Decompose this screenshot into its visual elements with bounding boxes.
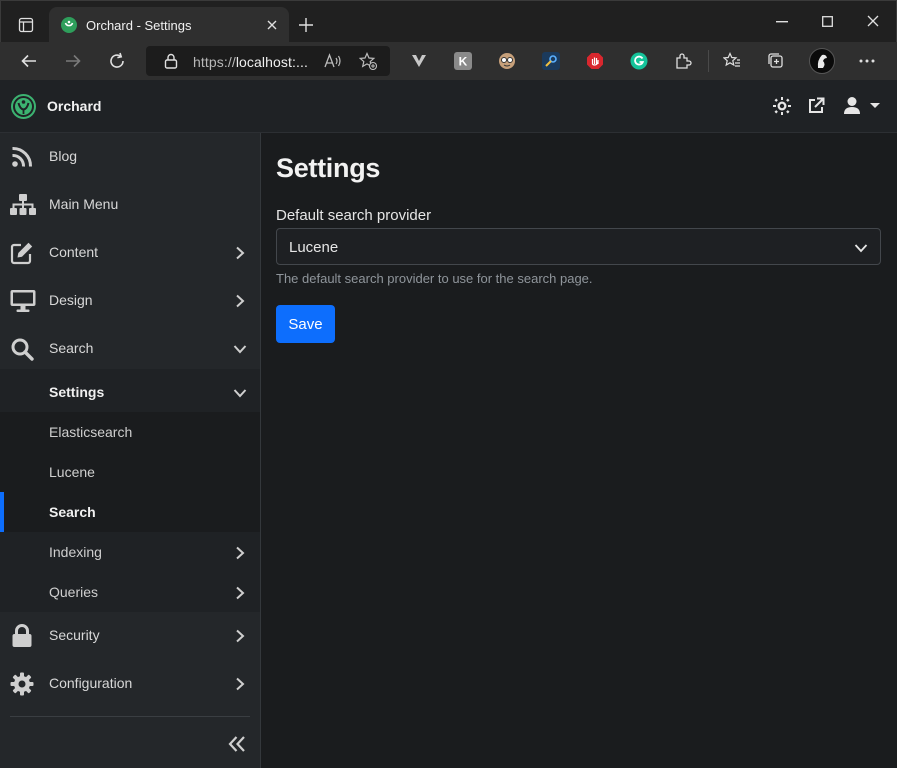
sidebar-item-label: Main Menu <box>49 196 119 212</box>
sidebar-item-label: Elasticsearch <box>49 424 133 440</box>
key-extension-icon[interactable] <box>542 52 560 70</box>
new-tab-icon[interactable] <box>298 17 314 33</box>
default-search-provider-select[interactable]: Lucene <box>276 228 881 265</box>
refresh-icon[interactable] <box>108 52 126 70</box>
rss-icon <box>10 145 34 169</box>
add-favorite-icon[interactable] <box>359 52 377 70</box>
active-indicator <box>0 492 4 532</box>
sidebar-item-indexing[interactable]: Indexing <box>0 532 260 572</box>
sidebar-item-label: Content <box>49 244 99 260</box>
tab-actions-icon[interactable] <box>18 17 34 33</box>
face-extension-icon[interactable] <box>498 52 516 70</box>
browser-tab-bar: Orchard - Settings <box>0 0 897 43</box>
orchard-logo-icon[interactable] <box>11 94 36 119</box>
sitemap-icon <box>10 193 36 217</box>
external-link-icon[interactable] <box>807 97 825 115</box>
read-aloud-icon[interactable] <box>324 53 342 69</box>
chevron-right-icon <box>233 294 247 308</box>
brand-name[interactable]: Orchard <box>47 98 101 114</box>
selected-provider: Lucene <box>289 239 339 256</box>
sidebar-item-main-menu[interactable]: Main Menu <box>0 181 260 229</box>
admin-sidebar: Blog Main Menu Content Design Search Set… <box>0 133 261 768</box>
sidebar-item-label: Settings <box>49 384 105 400</box>
edit-icon <box>10 241 34 265</box>
sidebar-item-configuration[interactable]: Configuration <box>0 660 260 708</box>
toolbar-divider <box>708 50 709 72</box>
sidebar-item-elasticsearch[interactable]: Elasticsearch <box>0 412 260 452</box>
tab-title: Orchard - Settings <box>86 18 192 33</box>
sidebar-item-label: Indexing <box>49 544 102 560</box>
collections-icon[interactable] <box>767 52 785 70</box>
sidebar-item-label: Configuration <box>49 675 133 691</box>
chevron-right-icon <box>233 246 247 260</box>
extensions-puzzle-icon[interactable] <box>674 52 692 70</box>
sidebar-divider <box>10 716 250 717</box>
grammarly-extension-icon[interactable] <box>630 52 648 70</box>
save-button[interactable]: Save <box>276 305 335 343</box>
collapse-sidebar-icon[interactable] <box>228 735 246 753</box>
forward-icon[interactable] <box>64 52 82 70</box>
lock-icon <box>10 624 34 648</box>
tab-favicon-icon <box>61 17 77 33</box>
lock-icon[interactable] <box>164 53 178 69</box>
page-title: Settings <box>276 153 381 183</box>
search-submenu: Settings Elasticsearch Lucene Search Ind… <box>0 369 260 612</box>
k-extension-icon[interactable]: K <box>454 52 472 70</box>
sidebar-item-security[interactable]: Security <box>0 612 260 660</box>
sidebar-item-label: Blog <box>49 148 78 164</box>
maximize-icon[interactable] <box>822 16 833 27</box>
gear-icon <box>10 672 34 696</box>
default-search-provider-label: Default search provider <box>276 207 432 224</box>
main-content: Settings Default search provider Lucene … <box>261 133 897 768</box>
address-bar[interactable]: https://localhost:... <box>146 46 390 76</box>
minimize-icon[interactable] <box>776 21 788 23</box>
chevron-right-icon <box>233 546 247 560</box>
chevron-right-icon <box>233 629 247 643</box>
chevron-down-icon <box>854 241 868 255</box>
field-hint: The default search provider to use for t… <box>276 271 593 286</box>
theme-toggle-icon[interactable] <box>773 97 791 115</box>
monitor-icon <box>10 289 36 313</box>
chevron-right-icon <box>233 586 247 600</box>
sidebar-item-label: Design <box>49 292 93 308</box>
user-menu-icon[interactable] <box>843 96 881 116</box>
sidebar-item-label: Search <box>49 340 94 356</box>
close-window-icon[interactable] <box>867 15 879 27</box>
chevron-down-icon <box>233 386 247 400</box>
chevron-right-icon <box>233 677 247 691</box>
chevron-down-icon <box>233 342 247 356</box>
browser-tab[interactable]: Orchard - Settings <box>49 7 289 43</box>
sidebar-item-queries[interactable]: Queries <box>0 572 260 612</box>
close-tab-icon[interactable] <box>266 19 278 31</box>
back-icon[interactable] <box>20 52 38 70</box>
sidebar-item-blog[interactable]: Blog <box>0 133 260 181</box>
url-text: https://localhost:... <box>193 54 308 70</box>
sidebar-item-label: Search <box>49 504 96 520</box>
sidebar-item-design[interactable]: Design <box>0 277 260 325</box>
search-icon <box>10 337 34 361</box>
more-options-icon[interactable] <box>859 59 875 63</box>
sidebar-item-search[interactable]: Search <box>0 325 260 373</box>
sidebar-item-label: Lucene <box>49 464 95 480</box>
favorites-icon[interactable] <box>723 52 741 70</box>
vivaldi-extension-icon[interactable] <box>411 54 427 68</box>
sidebar-item-label: Queries <box>49 584 99 600</box>
sidebar-item-content[interactable]: Content <box>0 229 260 277</box>
k-extension-label: K <box>459 55 468 69</box>
sidebar-item-lucene[interactable]: Lucene <box>0 452 260 492</box>
sidebar-item-label: Security <box>49 627 100 643</box>
sidebar-item-search-settings[interactable]: Settings <box>0 372 260 412</box>
app-navbar: Orchard <box>0 80 897 133</box>
browser-toolbar: https://localhost:... K <box>0 42 897 80</box>
profile-avatar[interactable] <box>809 48 835 74</box>
sidebar-item-search-settings-active[interactable]: Search <box>0 492 260 532</box>
adblock-extension-icon[interactable] <box>586 52 604 70</box>
